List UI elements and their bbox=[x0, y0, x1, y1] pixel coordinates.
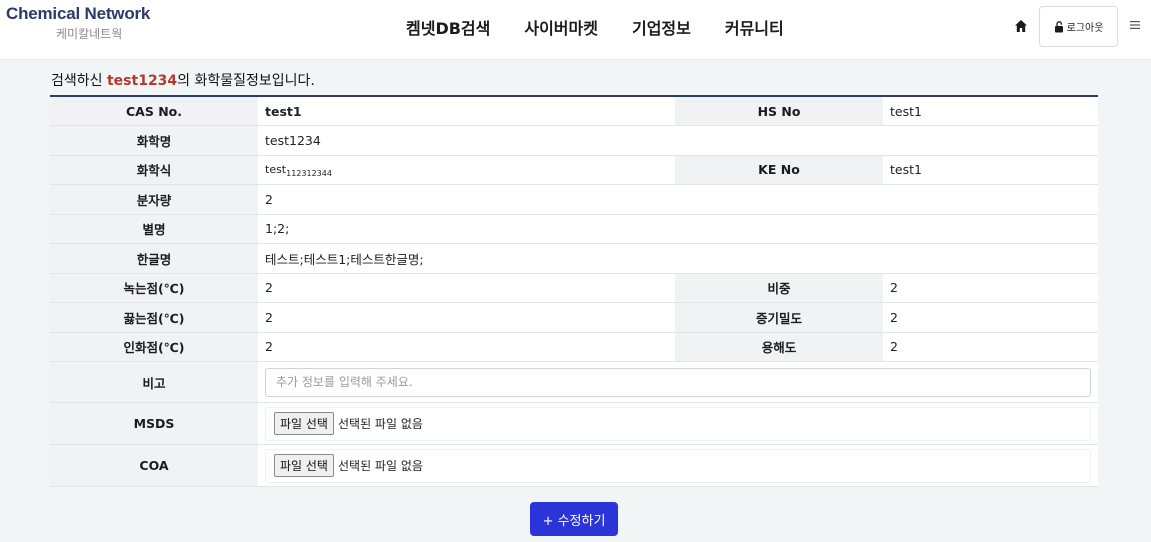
specific-gravity-value: 2 bbox=[883, 273, 1098, 303]
edit-button[interactable]: + 수정하기 bbox=[530, 502, 618, 536]
table-row: 별명 1;2; bbox=[50, 214, 1098, 244]
nav-company-info[interactable]: 기업정보 bbox=[632, 15, 691, 39]
header: Chemical Network 케미칼네트웍 켐넷DB검색 사이버마켓 기업정… bbox=[0, 0, 1151, 60]
coa-file-status: 선택된 파일 없음 bbox=[337, 459, 423, 473]
table-row: 녹는점(℃) 2 비중 2 bbox=[50, 273, 1098, 303]
vapor-density-label: 증기밀도 bbox=[675, 302, 883, 333]
formula-label: 화학식 bbox=[50, 155, 258, 185]
table-row: 분자량 2 bbox=[50, 184, 1098, 215]
solubility-label: 용해도 bbox=[675, 332, 883, 362]
chemical-info-table: CAS No. test1 HS No test1 화학명 test1234 화… bbox=[50, 95, 1098, 487]
specific-gravity-label: 비중 bbox=[675, 273, 883, 303]
chemical-name-value: test1234 bbox=[258, 125, 1098, 156]
cas-value: test1 bbox=[258, 96, 675, 126]
coa-cell: 파일 선택 선택된 파일 없음 bbox=[258, 444, 1098, 487]
nav-chemnet-db-search[interactable]: 켐넷DB검색 bbox=[406, 15, 490, 39]
formula-subscript: 112312344 bbox=[286, 169, 332, 179]
flash-point-value: 2 bbox=[258, 332, 675, 362]
melting-point-value: 2 bbox=[258, 273, 675, 303]
logo[interactable]: Chemical Network 케미칼네트웍 bbox=[6, 4, 150, 42]
table-row: 화학명 test1234 bbox=[50, 125, 1098, 156]
cas-label: CAS No. bbox=[50, 96, 258, 126]
formula-main: test bbox=[265, 163, 287, 177]
boiling-point-label: 끓는점(℃) bbox=[50, 302, 258, 333]
formula-value: test112312344 bbox=[258, 155, 675, 185]
korean-name-label: 한글명 bbox=[50, 243, 258, 274]
ke-value: test1 bbox=[883, 155, 1098, 185]
heading-suffix: 의 화학물질정보입니다. bbox=[177, 73, 315, 89]
table-row: 인화점(℃) 2 용해도 2 bbox=[50, 332, 1098, 362]
table-row: MSDS 파일 선택 선택된 파일 없음 bbox=[50, 402, 1098, 445]
vapor-density-value: 2 bbox=[883, 302, 1098, 333]
search-keyword: test1234 bbox=[106, 73, 178, 89]
logout-button[interactable]: 로그아웃 bbox=[1039, 6, 1118, 47]
msds-file-input[interactable]: 파일 선택 선택된 파일 없음 bbox=[265, 406, 1091, 441]
main-nav: 켐넷DB검색 사이버마켓 기업정보 커뮤니티 bbox=[406, 15, 818, 39]
alias-value: 1;2; bbox=[258, 214, 1098, 244]
coa-file-choose-button[interactable]: 파일 선택 bbox=[274, 454, 334, 477]
table-row: 한글명 테스트;테스트1;테스트한글명; bbox=[50, 243, 1098, 274]
melting-point-label: 녹는점(℃) bbox=[50, 273, 258, 303]
table-row: 비고 bbox=[50, 361, 1098, 403]
ke-label: KE No bbox=[675, 155, 883, 185]
flash-point-label: 인화점(℃) bbox=[50, 332, 258, 362]
molecular-weight-value: 2 bbox=[258, 184, 1098, 215]
home-icon[interactable] bbox=[1014, 19, 1028, 33]
coa-file-input[interactable]: 파일 선택 선택된 파일 없음 bbox=[265, 448, 1091, 483]
logout-label: 로그아웃 bbox=[1066, 23, 1104, 34]
solubility-value: 2 bbox=[883, 332, 1098, 362]
table-row: 끓는점(℃) 2 증기밀도 2 bbox=[50, 302, 1098, 333]
note-input[interactable] bbox=[265, 367, 1091, 397]
msds-cell: 파일 선택 선택된 파일 없음 bbox=[258, 402, 1098, 445]
hamburger-icon[interactable] bbox=[1129, 19, 1141, 31]
table-row: CAS No. test1 HS No test1 bbox=[50, 96, 1098, 126]
coa-label: COA bbox=[50, 444, 258, 487]
korean-name-value: 테스트;테스트1;테스트한글명; bbox=[258, 243, 1098, 274]
page-title: 검색하신 test1234의 화학물질정보입니다. bbox=[51, 70, 315, 90]
molecular-weight-label: 분자량 bbox=[50, 184, 258, 215]
msds-file-choose-button[interactable]: 파일 선택 bbox=[274, 412, 334, 435]
unlock-icon bbox=[1054, 20, 1063, 32]
logo-korean: 케미칼네트웍 bbox=[56, 27, 123, 41]
boiling-point-value: 2 bbox=[258, 302, 675, 333]
logo-english: Chemical Network bbox=[6, 4, 151, 23]
nav-cyber-market[interactable]: 사이버마켓 bbox=[524, 15, 598, 39]
msds-label: MSDS bbox=[50, 402, 258, 445]
note-label: 비고 bbox=[50, 361, 258, 403]
hs-label: HS No bbox=[675, 96, 883, 126]
nav-community[interactable]: 커뮤니티 bbox=[725, 15, 784, 39]
chemical-name-label: 화학명 bbox=[50, 125, 258, 156]
hs-value: test1 bbox=[883, 96, 1098, 126]
msds-file-status: 선택된 파일 없음 bbox=[337, 417, 423, 431]
heading-prefix: 검색하신 bbox=[51, 73, 107, 89]
alias-label: 별명 bbox=[50, 214, 258, 244]
note-cell bbox=[258, 361, 1098, 403]
table-row: 화학식 test112312344 KE No test1 bbox=[50, 155, 1098, 185]
table-row: COA 파일 선택 선택된 파일 없음 bbox=[50, 444, 1098, 487]
